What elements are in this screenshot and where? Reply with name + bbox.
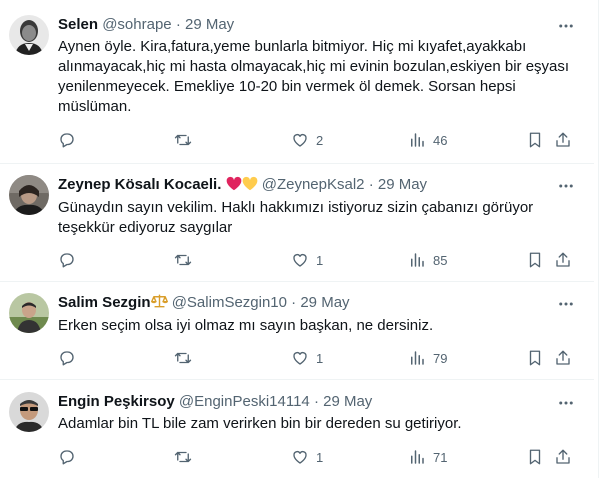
author-name[interactable]: Zeynep Kösalı Kocaeli.	[58, 176, 221, 193]
bookmark-button[interactable]	[526, 348, 544, 368]
views-icon	[411, 253, 424, 267]
like-icon	[293, 254, 307, 267]
like-icon	[293, 451, 307, 464]
yellow-heart-emoji	[242, 176, 258, 197]
view-count: 46	[433, 132, 448, 148]
views-icon	[411, 450, 424, 464]
tweet-text: Adamlar bin TL bile zam verirken bin bir…	[58, 415, 462, 432]
separator: ·	[175, 16, 181, 33]
retweet-icon	[174, 352, 192, 364]
view-count: 79	[433, 350, 448, 366]
views-button[interactable]: 79	[408, 348, 447, 368]
reply-button[interactable]	[58, 348, 76, 368]
reply-icon	[60, 133, 74, 148]
more-icon[interactable]	[557, 295, 575, 317]
view-count: 71	[433, 449, 448, 465]
bookmark-icon	[529, 350, 541, 366]
tweet-date[interactable]: 29 May	[323, 393, 372, 410]
tweet-text: Günaydın sayın vekilim. Haklı hakkımızı …	[58, 199, 534, 236]
tweet-selen[interactable]: Selen @sohrape · 29 May Aynen öyle. Kira…	[0, 0, 594, 164]
retweet-button[interactable]	[174, 250, 192, 270]
red-heart-emoji	[226, 176, 242, 197]
views-button[interactable]: 85	[408, 250, 447, 270]
retweet-icon	[174, 134, 192, 146]
author-name[interactable]: Engin Peşkirsoy	[58, 393, 175, 410]
retweet-icon	[174, 254, 192, 266]
like-button[interactable]: 2	[291, 130, 323, 150]
reply-icon	[60, 450, 74, 465]
separator: ·	[313, 393, 319, 410]
bookmark-button[interactable]	[526, 130, 544, 150]
reply-icon	[60, 253, 74, 268]
bookmark-button[interactable]	[526, 250, 544, 270]
tweet-header: Salim Sezgin @SalimSezgin10 · 29 May	[58, 293, 350, 313]
tweet-date[interactable]: 29 May	[185, 16, 234, 33]
tweet-zeynep[interactable]: Zeynep Kösalı Kocaeli. @ZeynepKsal2 · 29…	[0, 163, 594, 282]
retweet-button[interactable]	[174, 130, 192, 150]
action-bar: 1 79	[58, 348, 578, 368]
tweet-header: Zeynep Kösalı Kocaeli. @ZeynepKsal2 · 29…	[58, 175, 427, 195]
separator: ·	[291, 294, 297, 311]
reply-button[interactable]	[58, 130, 76, 150]
tweet-date[interactable]: 29 May	[378, 176, 427, 193]
retweet-button[interactable]	[174, 348, 192, 368]
author-handle[interactable]: @SalimSezgin10	[172, 294, 287, 311]
share-icon	[556, 132, 570, 147]
views-icon	[411, 351, 424, 365]
avatar[interactable]	[9, 293, 49, 333]
tweet-header: Engin Peşkirsoy @EnginPeski14114 · 29 Ma…	[58, 392, 372, 412]
avatar[interactable]	[9, 392, 49, 432]
like-icon	[293, 134, 307, 147]
more-icon[interactable]	[557, 394, 575, 416]
views-button[interactable]: 71	[408, 447, 447, 467]
share-button[interactable]	[554, 130, 572, 150]
more-icon[interactable]	[557, 177, 575, 199]
views-button[interactable]: 46	[408, 130, 447, 150]
like-count: 1	[316, 350, 324, 366]
tweet-salim[interactable]: Salim Sezgin @SalimSezgin10 · 29 May Erk…	[0, 281, 594, 380]
reply-button[interactable]	[58, 447, 76, 467]
retweet-icon	[174, 451, 192, 463]
author-name[interactable]: Salim Sezgin	[58, 294, 151, 311]
bookmark-button[interactable]	[526, 447, 544, 467]
tweet-text: Erken seçim olsa iyi olmaz mı sayın başk…	[58, 317, 434, 334]
share-button[interactable]	[554, 348, 572, 368]
share-icon	[556, 252, 570, 267]
action-bar: 2 46	[58, 130, 578, 150]
scales-emoji	[150, 293, 168, 315]
view-count: 85	[433, 252, 448, 268]
like-count: 1	[316, 252, 324, 268]
like-button[interactable]: 1	[291, 447, 323, 467]
avatar[interactable]	[9, 175, 49, 215]
bookmark-icon	[529, 449, 541, 465]
bookmark-icon	[529, 252, 541, 268]
tweet-header: Selen @sohrape · 29 May	[58, 15, 234, 35]
avatar[interactable]	[9, 15, 49, 55]
author-handle[interactable]: @EnginPeski14114	[179, 393, 310, 410]
like-button[interactable]: 1	[291, 250, 323, 270]
reply-button[interactable]	[58, 250, 76, 270]
author-name[interactable]: Selen	[58, 16, 98, 33]
retweet-button[interactable]	[174, 447, 192, 467]
share-icon	[556, 449, 570, 464]
author-handle[interactable]: @sohrape	[102, 16, 171, 33]
more-icon[interactable]	[557, 17, 575, 39]
reply-icon	[60, 351, 74, 366]
action-bar: 1 85	[58, 250, 578, 270]
share-button[interactable]	[554, 250, 572, 270]
action-bar: 1 71	[58, 447, 578, 467]
like-count: 2	[316, 132, 324, 148]
author-handle[interactable]: @ZeynepKsal2	[262, 176, 365, 193]
tweet-text: Aynen öyle. Kira,fatura,yeme bunlarla bi…	[58, 38, 570, 115]
views-icon	[411, 133, 424, 147]
share-button[interactable]	[554, 447, 572, 467]
tweet-engin[interactable]: Engin Peşkirsoy @EnginPeski14114 · 29 Ma…	[0, 379, 594, 478]
separator: ·	[368, 176, 374, 193]
tweet-date[interactable]: 29 May	[300, 294, 349, 311]
like-button[interactable]: 1	[291, 348, 323, 368]
bookmark-icon	[529, 132, 541, 148]
share-icon	[556, 350, 570, 365]
like-icon	[293, 352, 307, 365]
like-count: 1	[316, 449, 324, 465]
